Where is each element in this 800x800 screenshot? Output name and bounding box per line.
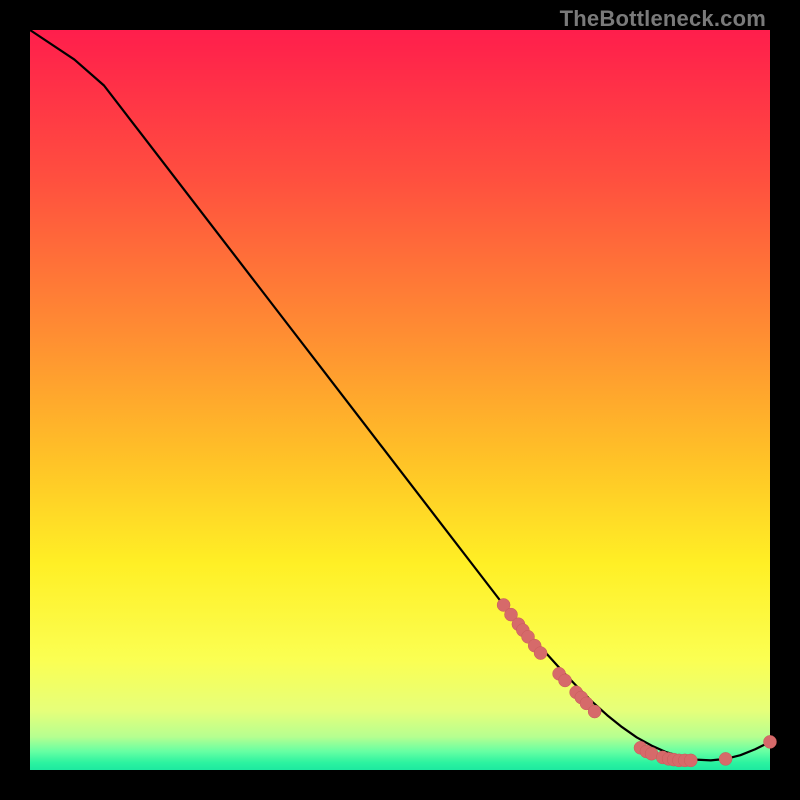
chart-container: TheBottleneck.com xyxy=(0,0,800,800)
data-markers xyxy=(497,598,776,766)
data-marker xyxy=(559,674,572,687)
data-marker xyxy=(719,752,732,765)
data-marker xyxy=(684,754,697,767)
plot-area xyxy=(30,30,770,770)
data-marker xyxy=(534,647,547,660)
chart-overlay xyxy=(30,30,770,770)
data-marker xyxy=(588,705,601,718)
data-marker xyxy=(764,735,777,748)
watermark-text: TheBottleneck.com xyxy=(560,6,766,32)
bottleneck-curve xyxy=(30,30,770,760)
